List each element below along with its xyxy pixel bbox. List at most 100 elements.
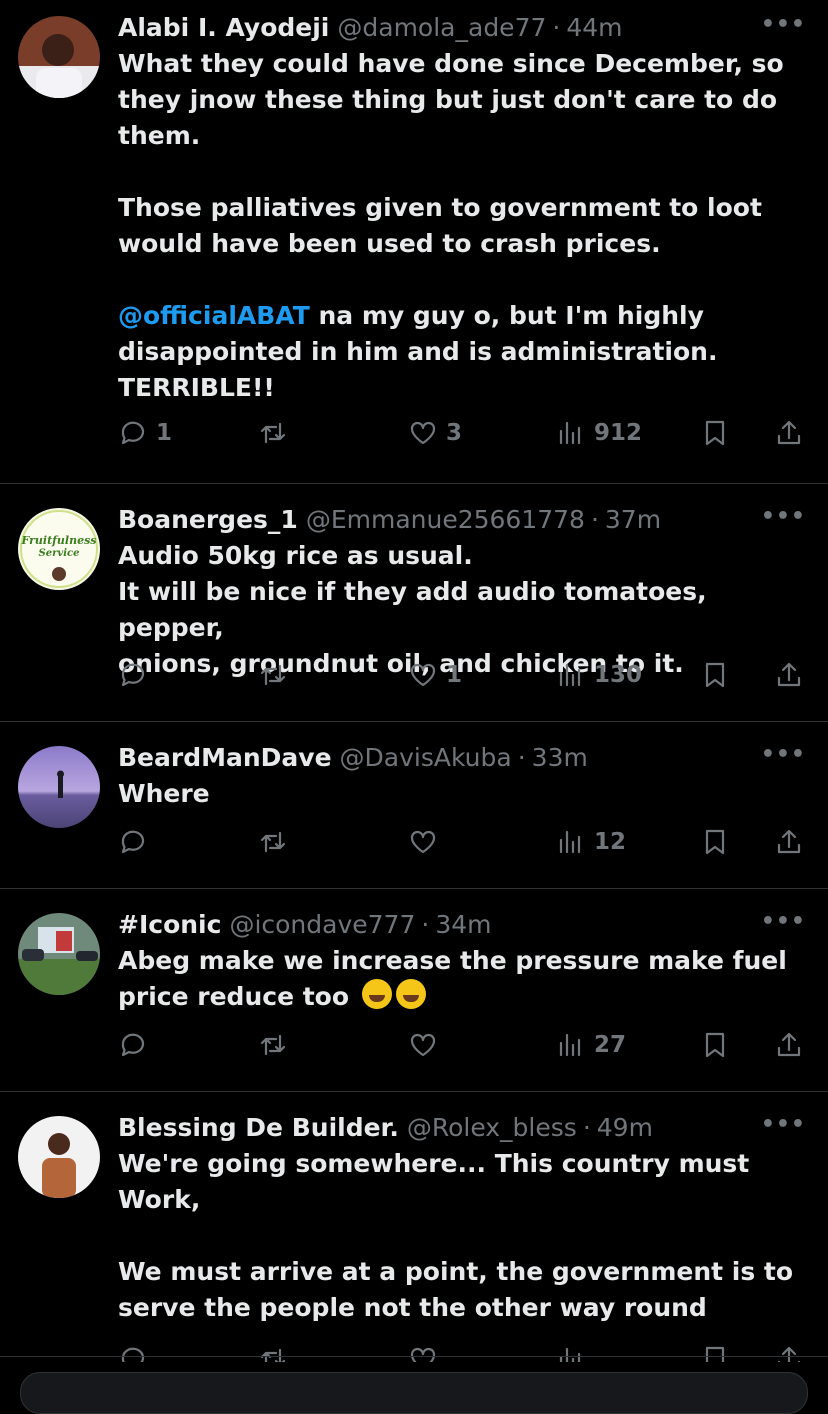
author-handle[interactable]: @Emmanue25661778 (306, 502, 585, 538)
mention-link[interactable]: @officialABAT (118, 301, 310, 330)
views-button[interactable]: 12 (556, 827, 626, 857)
avatar[interactable]: Fruitfulness Service (18, 508, 100, 590)
bookmark-button[interactable] (700, 827, 730, 857)
reply-button[interactable] (118, 660, 156, 690)
views-icon (559, 830, 581, 854)
avatar[interactable] (18, 746, 100, 828)
share-icon (777, 829, 801, 854)
view-count: 912 (594, 420, 643, 446)
timestamp[interactable]: 34m (435, 907, 491, 943)
reply-tweet[interactable]: Blessing De Builder. @Rolex_bless · 49m … (0, 1092, 828, 1362)
retweet-icon (260, 664, 286, 686)
more-options-icon[interactable]: ••• (761, 504, 806, 529)
separator-dot: · (517, 743, 526, 772)
bookmark-icon (705, 420, 725, 446)
separator-dot: · (421, 910, 430, 939)
timestamp[interactable]: 49m (597, 1110, 653, 1146)
bookmark-button[interactable] (700, 660, 730, 690)
reply-icon (121, 663, 145, 687)
like-button[interactable] (408, 1030, 446, 1060)
reply-tweet[interactable]: #Iconic @icondave777 · 34m ••• Abeg make… (0, 889, 828, 1092)
retweet-button[interactable] (258, 827, 296, 857)
bookmark-button[interactable] (700, 1030, 730, 1060)
views-icon (559, 1033, 581, 1057)
author-handle[interactable]: @damola_ade77 (337, 10, 546, 46)
author-name[interactable]: BeardManDave (118, 740, 332, 776)
more-options-icon[interactable]: ••• (761, 909, 806, 934)
reply-icon (121, 830, 145, 854)
author-name[interactable]: Boanerges_1 (118, 502, 298, 538)
share-button[interactable] (774, 1344, 804, 1362)
timestamp[interactable]: 33m (532, 740, 588, 776)
share-button[interactable] (774, 418, 804, 448)
share-button[interactable] (774, 1030, 804, 1060)
reply-tweet[interactable]: Alabi I. Ayodeji @damola_ade77 · 44m •••… (0, 0, 828, 484)
svg-text:Service: Service (39, 548, 80, 559)
heart-icon (410, 830, 436, 854)
timestamp[interactable]: 44m (566, 10, 622, 46)
retweet-button[interactable] (258, 660, 296, 690)
like-button[interactable] (408, 827, 446, 857)
replies-feed: Alabi I. Ayodeji @damola_ade77 · 44m •••… (0, 0, 828, 1362)
author-handle[interactable]: @DavisAkuba (340, 740, 512, 776)
bookmark-icon (705, 662, 725, 688)
reply-tweet[interactable]: BeardManDave @DavisAkuba · 33m ••• Where… (0, 722, 828, 889)
share-button[interactable] (774, 827, 804, 857)
author-name[interactable]: Alabi I. Ayodeji (118, 10, 329, 46)
reply-count: 1 (156, 420, 173, 446)
bookmark-button[interactable] (700, 1344, 730, 1362)
tweet-text: What they could have done since December… (118, 49, 784, 402)
like-button[interactable] (408, 1344, 438, 1362)
like-button[interactable]: 1 (408, 660, 462, 690)
heart-icon (410, 663, 436, 687)
share-button[interactable] (774, 660, 804, 690)
views-button[interactable]: 912 (556, 418, 642, 448)
view-count: 130 (594, 662, 643, 688)
tweet-actions: 12 (118, 827, 808, 867)
tweet-actions (118, 1344, 808, 1362)
avatar[interactable] (18, 913, 100, 995)
reply-icon (121, 421, 145, 445)
more-options-icon[interactable]: ••• (761, 1112, 806, 1137)
reply-button[interactable] (118, 1344, 148, 1362)
bookmark-button[interactable] (700, 418, 730, 448)
avatar[interactable] (18, 16, 100, 98)
views-icon (559, 1347, 581, 1362)
reply-icon (121, 1347, 145, 1362)
retweet-button[interactable] (258, 1344, 288, 1362)
retweet-button[interactable] (258, 1030, 296, 1060)
tweet-text: Where (118, 779, 210, 808)
views-icon (559, 663, 581, 687)
more-options-icon[interactable]: ••• (761, 742, 806, 767)
retweet-button[interactable] (258, 418, 296, 448)
separator-dot: · (582, 1113, 591, 1142)
like-count: 1 (446, 662, 463, 688)
heart-icon (410, 421, 436, 445)
reply-icon (121, 1033, 145, 1057)
heart-icon (410, 1347, 436, 1362)
author-name[interactable]: Blessing De Builder. (118, 1110, 399, 1146)
author-handle[interactable]: @icondave777 (229, 907, 415, 943)
reply-button[interactable]: 1 (118, 418, 172, 448)
author-name[interactable]: #Iconic (118, 907, 221, 943)
retweet-icon (260, 831, 286, 853)
bookmark-icon (705, 1346, 725, 1362)
rolling-on-floor-laughing-icon (395, 979, 426, 1009)
tweet-actions: 1 3 912 (118, 418, 808, 458)
reply-tweet[interactable]: Fruitfulness Service Boanerges_1 @Emmanue… (0, 484, 828, 722)
avatar[interactable] (18, 1116, 100, 1198)
author-handle[interactable]: @Rolex_bless (407, 1110, 577, 1146)
reply-composer-bar[interactable] (20, 1372, 808, 1414)
more-options-icon[interactable]: ••• (761, 12, 806, 37)
share-icon (777, 1032, 801, 1057)
reply-button[interactable] (118, 1030, 156, 1060)
retweet-icon (260, 422, 286, 444)
views-button[interactable]: 27 (556, 1030, 626, 1060)
share-icon (777, 420, 801, 445)
views-button[interactable]: 130 (556, 660, 642, 690)
timestamp[interactable]: 37m (605, 502, 661, 538)
reply-button[interactable] (118, 827, 156, 857)
heart-icon (410, 1033, 436, 1057)
views-button[interactable] (556, 1344, 586, 1362)
like-button[interactable]: 3 (408, 418, 462, 448)
